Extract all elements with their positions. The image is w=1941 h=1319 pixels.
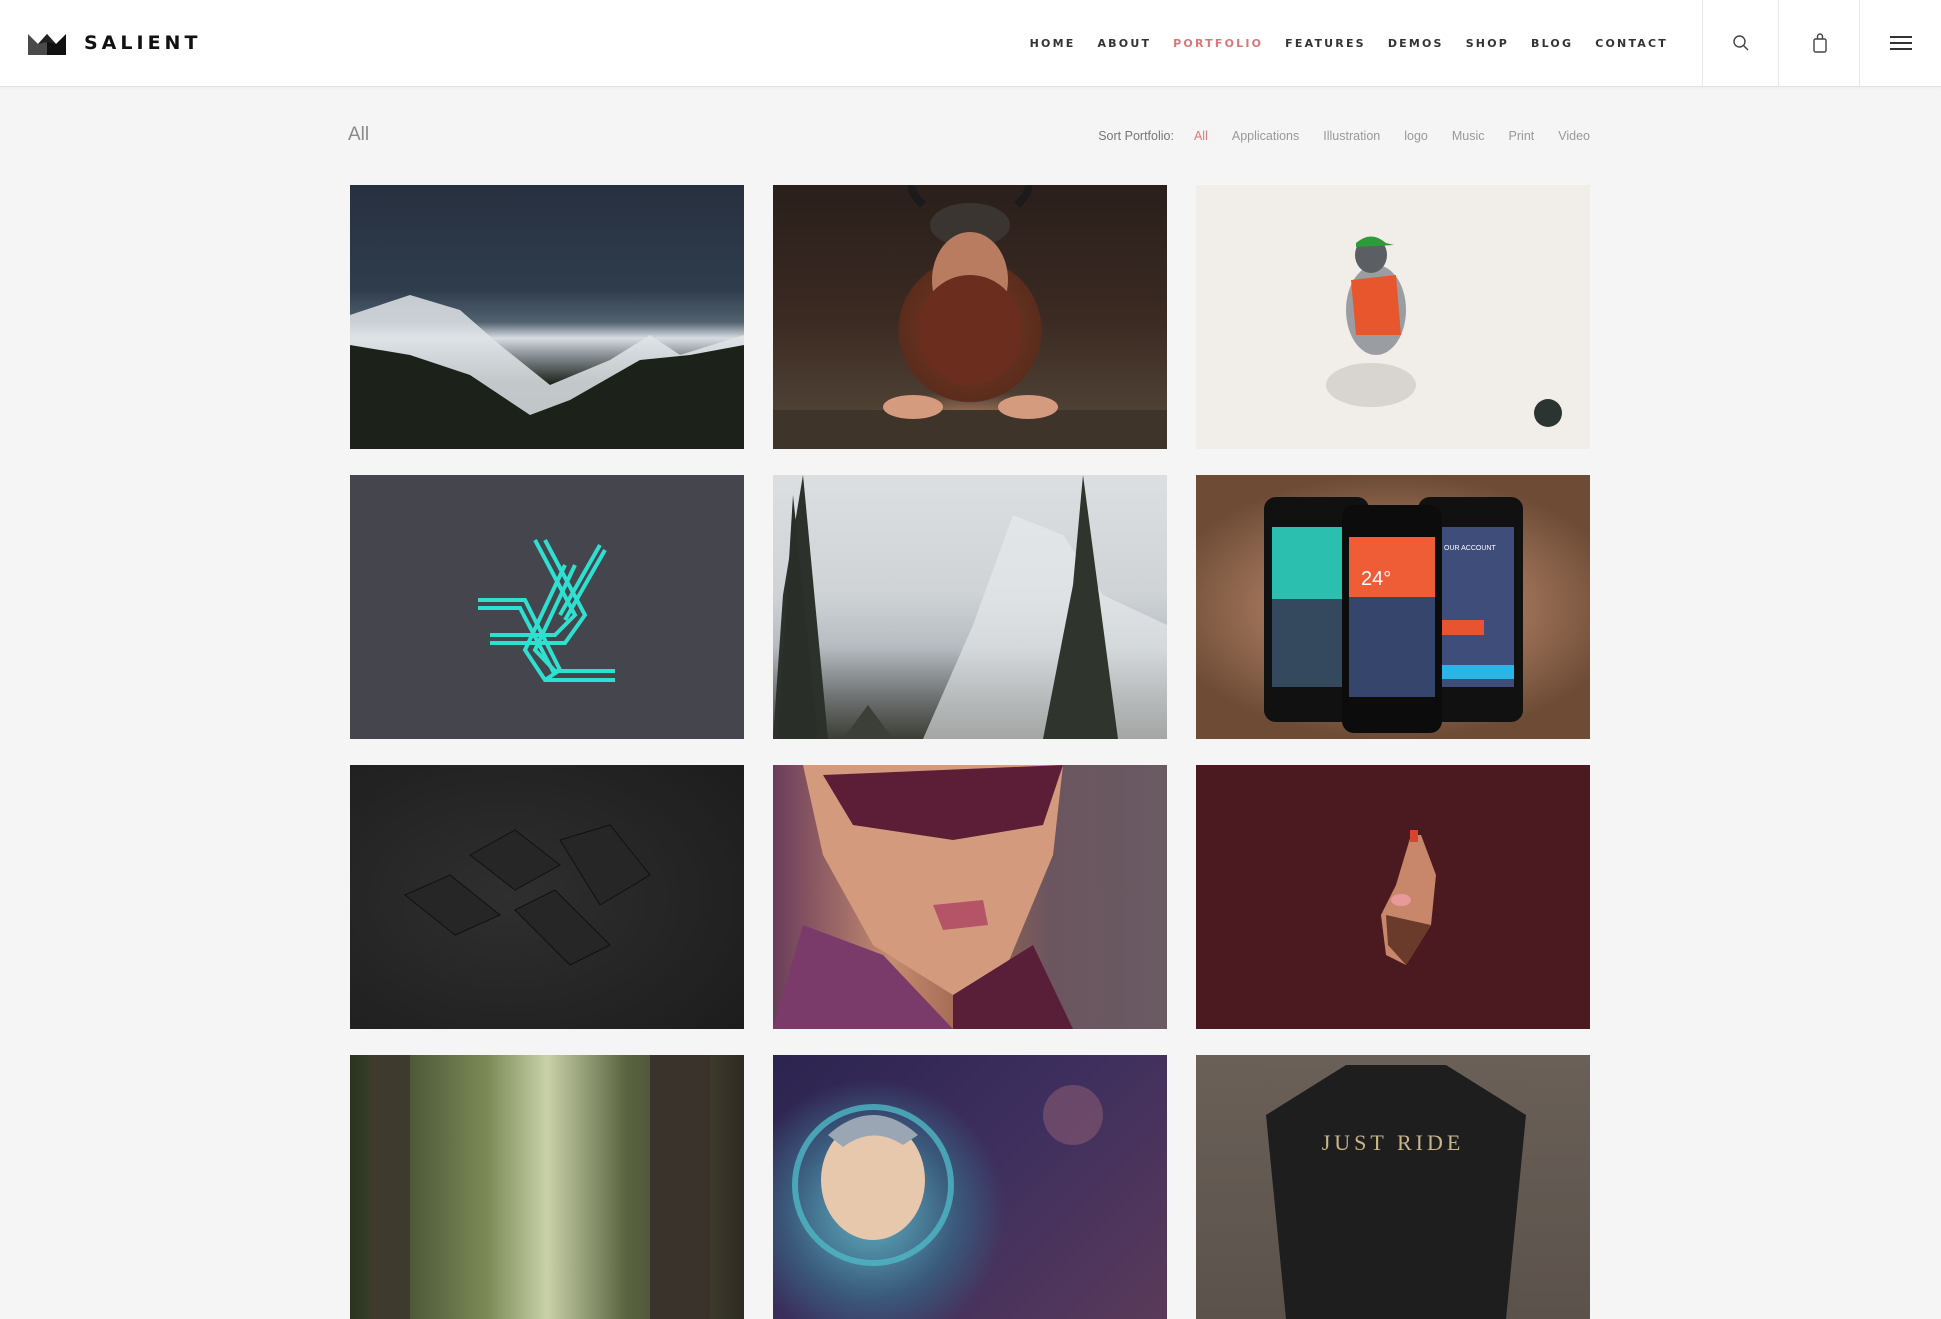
portfolio-item-weather-app[interactable]: 24° OUR ACCOUNT <box>1196 475 1590 739</box>
hamburger-menu-icon <box>1890 36 1912 50</box>
nav-demos[interactable]: DEMOS <box>1388 37 1444 50</box>
filter-applications[interactable]: Applications <box>1232 129 1299 143</box>
nav-about[interactable]: ABOUT <box>1097 37 1151 50</box>
portfolio-item-lowpoly-portrait[interactable] <box>773 765 1167 1029</box>
phone-temp-text: 24° <box>1361 568 1391 590</box>
menu-button[interactable] <box>1859 0 1941 86</box>
geometric-logo-image <box>478 539 615 682</box>
current-filter-title: All <box>348 124 370 145</box>
portfolio-item-forest-mountain[interactable] <box>773 475 1167 739</box>
viking-image <box>773 185 1167 449</box>
forest-image <box>370 1055 710 1319</box>
nav-contact[interactable]: CONTACT <box>1595 37 1668 50</box>
tshirt-text: JUST RIDE <box>1322 1130 1465 1155</box>
nav-blog[interactable]: BLOG <box>1531 37 1573 50</box>
portfolio-item-bearded-face[interactable] <box>1196 765 1590 1029</box>
bearded-face-image <box>1381 830 1436 965</box>
search-icon <box>1733 35 1749 51</box>
pigeon-image <box>1326 236 1562 427</box>
phone-account-text: OUR ACCOUNT <box>1444 545 1496 552</box>
portfolio-grid: 24° OUR ACCOUNT JUST RIDE <box>350 185 1590 1319</box>
phones-image: 24° OUR ACCOUNT <box>1264 497 1523 733</box>
stationery-image <box>404 824 651 966</box>
logo[interactable]: SALIENT <box>28 30 201 55</box>
brand-name: SALIENT <box>84 31 202 54</box>
portfolio-item-mountains[interactable] <box>350 185 744 449</box>
portfolio-item-pigeon[interactable] <box>1196 185 1590 449</box>
portfolio-item-forest[interactable] <box>350 1055 744 1319</box>
nav-portfolio[interactable]: PORTFOLIO <box>1173 37 1263 50</box>
nav-shop[interactable]: SHOP <box>1466 37 1509 50</box>
portfolio-item-viking[interactable] <box>773 185 1167 449</box>
filter-illustration[interactable]: Illustration <box>1323 129 1380 143</box>
crown-icon <box>28 34 66 55</box>
site-header: SALIENT HOME ABOUT PORTFOLIO FEATURES DE… <box>0 0 1941 87</box>
portfolio-item-stationery[interactable] <box>350 765 744 1029</box>
portfolio-item-astronaut[interactable] <box>773 1055 1167 1319</box>
filter-music[interactable]: Music <box>1452 129 1485 143</box>
tshirt-image: JUST RIDE <box>1266 1065 1526 1319</box>
filter-all[interactable]: All <box>1194 129 1208 143</box>
mountains-image <box>350 295 744 449</box>
filter-print[interactable]: Print <box>1509 129 1535 143</box>
portfolio-item-logo[interactable] <box>350 475 744 739</box>
shopping-bag-icon <box>1812 33 1827 53</box>
nav-home[interactable]: HOME <box>1030 37 1076 50</box>
portfolio-item-tshirt[interactable]: JUST RIDE <box>1196 1055 1590 1319</box>
nav-features[interactable]: FEATURES <box>1285 37 1366 50</box>
pine-trees-image <box>773 475 1167 739</box>
search-button[interactable] <box>1702 0 1779 86</box>
filter-video[interactable]: Video <box>1558 129 1590 143</box>
portfolio-sorter: Sort Portfolio: All Applications Illustr… <box>1098 129 1590 143</box>
sort-label: Sort Portfolio: <box>1098 129 1174 143</box>
astronaut-image <box>792 1085 1103 1266</box>
main-nav: HOME ABOUT PORTFOLIO FEATURES DEMOS SHOP… <box>1008 0 1700 86</box>
cart-button[interactable] <box>1778 0 1860 86</box>
lowpoly-face-image <box>773 765 1073 1029</box>
filter-logo[interactable]: logo <box>1404 129 1428 143</box>
